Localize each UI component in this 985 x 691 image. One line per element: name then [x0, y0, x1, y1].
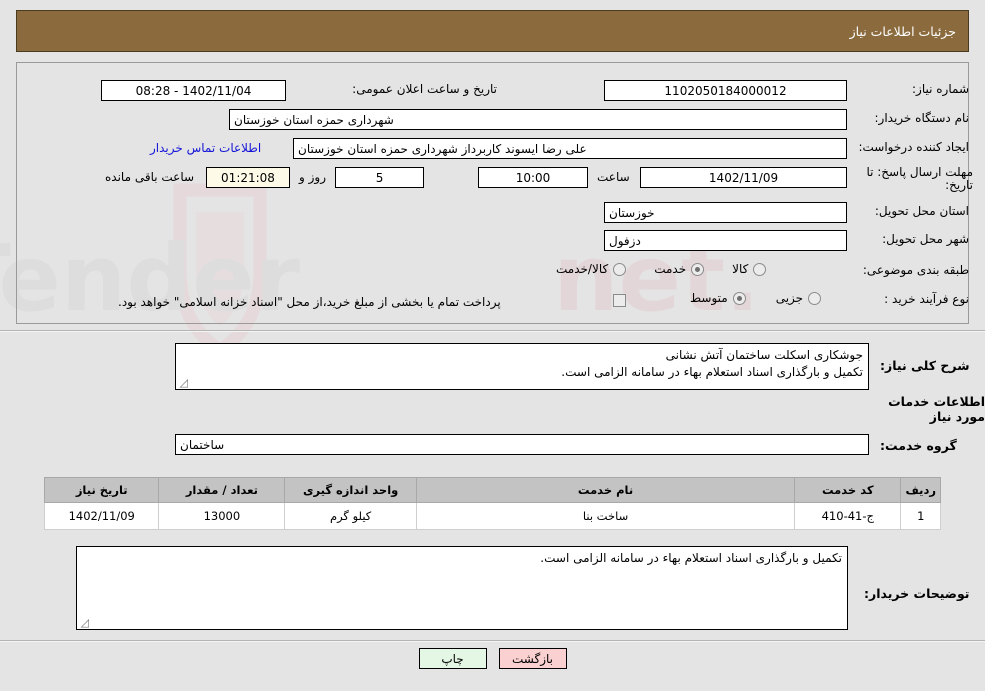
need-number-label-wrap: شماره نیاز:: [861, 82, 969, 96]
table-header-row: ردیف کد خدمت نام خدمت واحد اندازه گیری ت…: [43, 477, 941, 503]
col-name: نام خدمت: [415, 477, 796, 503]
resize-grip-icon-notes[interactable]: ◿: [79, 617, 89, 628]
process-option-motevaset[interactable]: متوسط: [690, 291, 746, 305]
treasury-checkbox[interactable]: [613, 294, 626, 307]
cell-code: ج-41-410: [794, 502, 902, 530]
radio-kala-khedmat[interactable]: [613, 262, 627, 276]
cell-row: 1: [900, 502, 941, 530]
category-option-kala-khedmat[interactable]: کالا/خدمت: [556, 262, 627, 276]
col-code: کد خدمت: [794, 477, 902, 503]
need-description-label: شرح کلی نیاز:: [880, 358, 970, 373]
city-field[interactable]: دزفول: [604, 230, 847, 251]
cell-date: 1402/11/09: [43, 502, 160, 530]
services-section-title: اطلاعات خدمات مورد نیاز: [888, 394, 985, 424]
category-option-label-1: خدمت: [654, 262, 687, 276]
deadline-time-field[interactable]: 10:00: [478, 167, 588, 188]
category-radio-group: کالا خدمت کالا/خدمت: [556, 262, 767, 276]
province-field[interactable]: خوزستان: [604, 202, 847, 223]
divider-bottom: [0, 640, 985, 642]
buyer-notes-label: توضیحات خریدار:: [864, 586, 970, 601]
need-description-textarea[interactable]: جوشکاری اسکلت ساختمان آتش نشانی تکمیل و …: [175, 343, 869, 390]
radio-jozi[interactable]: [808, 291, 822, 305]
announce-label-wrap: تاریخ و ساعت اعلان عمومی:: [292, 82, 497, 96]
radio-kala[interactable]: [753, 262, 767, 276]
col-date: تاریخ نیاز: [43, 477, 160, 503]
page-root: AriaTender .net جزئیات اطلاعات نیاز شمار…: [0, 0, 985, 691]
process-radio-group: جزیی متوسط: [690, 291, 822, 305]
buyer-org-label-wrap: نام دستگاه خریدار:: [861, 111, 970, 125]
col-qty: تعداد / مقدار: [158, 477, 286, 503]
process-option-label-0: جزیی: [775, 291, 804, 305]
days-label: روز و: [299, 170, 326, 184]
process-label-wrap: نوع فرآیند خرید :: [861, 292, 969, 306]
category-option-label-0: کالا: [732, 262, 749, 276]
days-remaining-field[interactable]: 5: [335, 167, 424, 188]
deadline-label: مهلت ارسال پاسخ: تا تاریخ:: [866, 165, 973, 192]
services-table: ردیف کد خدمت نام خدمت واحد اندازه گیری ت…: [43, 477, 941, 530]
col-row: ردیف: [900, 477, 941, 503]
buyer-org-field[interactable]: شهرداری حمزه استان خوزستان: [229, 109, 847, 130]
divider-top: [0, 330, 985, 332]
buyer-contact-link[interactable]: اطلاعات تماس خریدار: [150, 141, 261, 155]
treasury-note: پرداخت تمام یا بخشی از مبلغ خرید،از محل …: [118, 295, 501, 309]
city-label-wrap: شهر محل تحویل:: [861, 232, 969, 246]
service-group-label: گروه خدمت:: [880, 438, 957, 453]
page-title-bar: جزئیات اطلاعات نیاز: [16, 10, 969, 52]
need-description-line-2: تکمیل و بارگذاری اسناد استعلام بهاء در س…: [561, 365, 863, 379]
cell-name: ساخت بنا: [415, 502, 796, 530]
back-button[interactable]: بازگشت: [498, 648, 567, 669]
buyer-notes-text: تکمیل و بارگذاری اسناد استعلام بهاء در س…: [540, 551, 842, 565]
footer-button-bar: بازگشت چاپ: [0, 648, 985, 669]
announce-date-field[interactable]: 1402/11/04 - 08:28: [101, 80, 286, 101]
requester-field[interactable]: علی رضا ایسوند کاربرداز شهرداری حمزه است…: [293, 138, 847, 159]
service-group-field[interactable]: ساختمان: [175, 434, 869, 455]
cell-unit: کیلو گرم: [284, 502, 417, 530]
page-title: جزئیات اطلاعات نیاز: [849, 23, 956, 39]
process-option-jozi[interactable]: جزیی: [775, 291, 822, 305]
radio-motevaset[interactable]: [732, 291, 746, 305]
deadline-label-wrap: مهلت ارسال پاسخ: تا تاریخ:: [861, 166, 973, 192]
need-description-line-1: جوشکاری اسکلت ساختمان آتش نشانی: [665, 348, 863, 362]
radio-khedmat[interactable]: [691, 262, 705, 276]
countdown-timer: 01:21:08: [206, 167, 290, 188]
col-unit: واحد اندازه گیری: [284, 477, 417, 503]
deadline-date-field[interactable]: 1402/11/09: [640, 167, 847, 188]
print-button[interactable]: چاپ: [418, 648, 487, 669]
cell-qty: 13000: [158, 502, 286, 530]
province-label-wrap: استان محل تحویل:: [861, 204, 969, 218]
buyer-notes-textarea[interactable]: تکمیل و بارگذاری اسناد استعلام بهاء در س…: [76, 546, 848, 630]
deadline-hour-label: ساعت: [597, 170, 630, 184]
province-label: استان محل تحویل:: [874, 204, 969, 218]
announce-date-label: تاریخ و ساعت اعلان عمومی:: [352, 82, 497, 96]
requester-label: ایجاد کننده درخواست:: [858, 140, 969, 154]
resize-grip-icon[interactable]: ◿: [178, 377, 188, 388]
need-number-label: شماره نیاز:: [912, 82, 969, 96]
category-option-kala[interactable]: کالا: [732, 262, 767, 276]
category-label: طبقه بندی موضوعی:: [862, 263, 969, 277]
category-option-khedmat[interactable]: خدمت: [654, 262, 705, 276]
process-option-label-1: متوسط: [690, 291, 728, 305]
city-label: شهر محل تحویل:: [882, 232, 969, 246]
category-option-label-2: کالا/خدمت: [556, 262, 609, 276]
need-summary-panel: [16, 62, 969, 324]
requester-label-wrap: ایجاد کننده درخواست:: [858, 140, 969, 154]
hours-remaining-label: ساعت باقی مانده: [105, 170, 195, 184]
table-row[interactable]: 1 ج-41-410 ساخت بنا کیلو گرم 13000 1402/…: [43, 502, 941, 530]
buyer-org-label: نام دستگاه خریدار:: [874, 111, 970, 125]
need-number-field[interactable]: 1102050184000012: [604, 80, 847, 101]
process-label: نوع فرآیند خرید :: [884, 292, 969, 306]
category-label-wrap: طبقه بندی موضوعی:: [861, 263, 969, 277]
